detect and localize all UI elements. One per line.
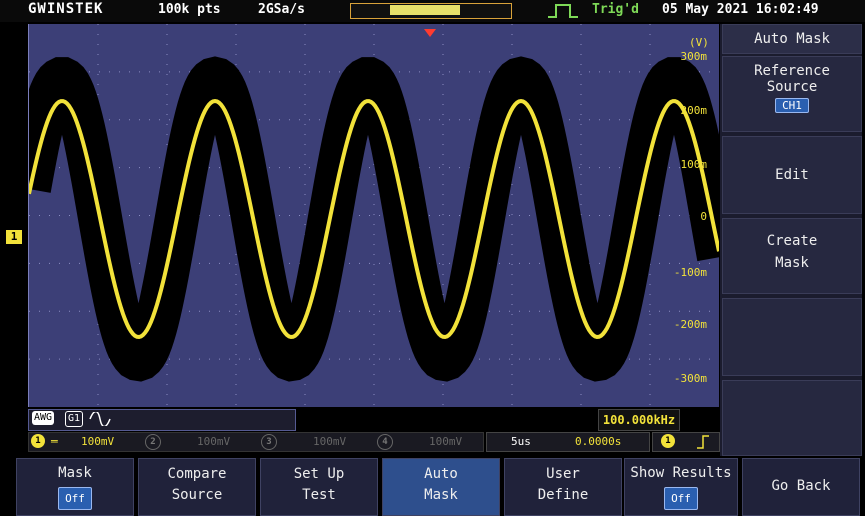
reference-label: Reference [754,63,830,79]
mask-label: Mask [775,255,809,271]
ch4-indicator[interactable]: 4 [377,434,393,450]
reference-source-button[interactable]: Reference Source CH1 [722,56,862,132]
side-empty-slot-2 [722,380,862,456]
brand-logo: GWINSTEK [28,1,104,17]
go-back-button[interactable]: Go Back [742,458,860,516]
y-axis-label: -200m [674,318,707,331]
sine-icon [89,412,111,426]
test-label: Test [302,487,336,503]
sample-rate: 2GSa/s [258,2,305,17]
timebase-bar[interactable]: 5us 0.0000s [486,432,650,452]
side-menu-title: Auto Mask [722,24,862,54]
mask-button-label: Mask [58,465,92,481]
ch2-indicator[interactable]: 2 [145,434,161,450]
mask-band [29,56,719,382]
auto-mask-label: Mask [424,487,458,503]
ch1-indicator[interactable]: 1 [31,434,45,448]
trigger-edge-icon [548,4,578,18]
y-axis-label: 200m [681,104,708,117]
mask-value: Off [58,487,92,510]
create-mask-button[interactable]: Create Mask [722,218,862,294]
auto-label: Auto [424,466,458,482]
create-label: Create [766,233,818,249]
y-axis-label: 0 [700,210,707,223]
time-offset: 0.0000s [575,435,622,448]
waveform-display[interactable]: (V) 300m 200m 100m 0 -100m -200m -300m [28,24,719,407]
define-label: Define [537,487,589,503]
date-time: 05 May 2021 16:02:49 [662,2,819,17]
time-scale: 5us [511,435,531,448]
frequency-readout: 100.000kHz [598,409,680,431]
reference-source-value: CH1 [775,98,809,113]
y-unit-label: (V) [689,36,709,49]
waveform-plot: (V) 300m 200m 100m 0 -100m -200m -300m [29,24,719,407]
edit-button[interactable]: Edit [722,136,862,214]
ch3-indicator[interactable]: 3 [261,434,277,450]
memory-view-window [390,5,460,15]
awg-channel: G1 [65,411,84,427]
show-results-label: Show Results [630,465,732,481]
ch3-scale: 100mV [313,435,347,448]
trigger-bar[interactable]: 1 [652,432,720,452]
compare-label: Compare [167,466,227,482]
side-empty-slot-1 [722,298,862,376]
trigger-status: Trig'd [592,2,639,17]
y-axis-label: 100m [681,158,708,171]
compare-source-button[interactable]: Compare Source [138,458,256,516]
ch4-scale: 100mV [429,435,463,448]
ch1-scale: 100mV [81,435,115,448]
mask-button[interactable]: Mask Off [16,458,134,516]
ch1-ground-marker[interactable]: 1 [6,230,22,244]
y-axis-label: -100m [674,266,707,279]
setup-label: Set Up [293,466,345,482]
channel-scale-bar: 1 ═ 100mV 2 100mV 3 100mV 4 100mV [28,432,484,452]
auto-mask-button[interactable]: Auto Mask [382,458,500,516]
y-axis-label: -300m [674,372,707,385]
trigger-position-marker [424,22,436,41]
source-label: Source [766,79,818,95]
show-results-button[interactable]: Show Results Off [624,458,738,516]
dc-coupling-icon: ═ [51,435,58,448]
user-label: User [546,466,580,482]
y-axis-label: 300m [681,50,708,63]
trigger-source: 1 [661,434,675,448]
source-label-bottom: Source [171,487,223,503]
awg-status: AWG G1 [28,409,296,431]
show-results-value: Off [664,487,698,510]
ch2-scale: 100mV [197,435,231,448]
record-length: 100k pts [158,2,221,17]
user-define-button[interactable]: User Define [504,458,622,516]
rising-edge-icon [697,435,709,449]
setup-test-button[interactable]: Set Up Test [260,458,378,516]
awg-badge: AWG [32,411,55,425]
